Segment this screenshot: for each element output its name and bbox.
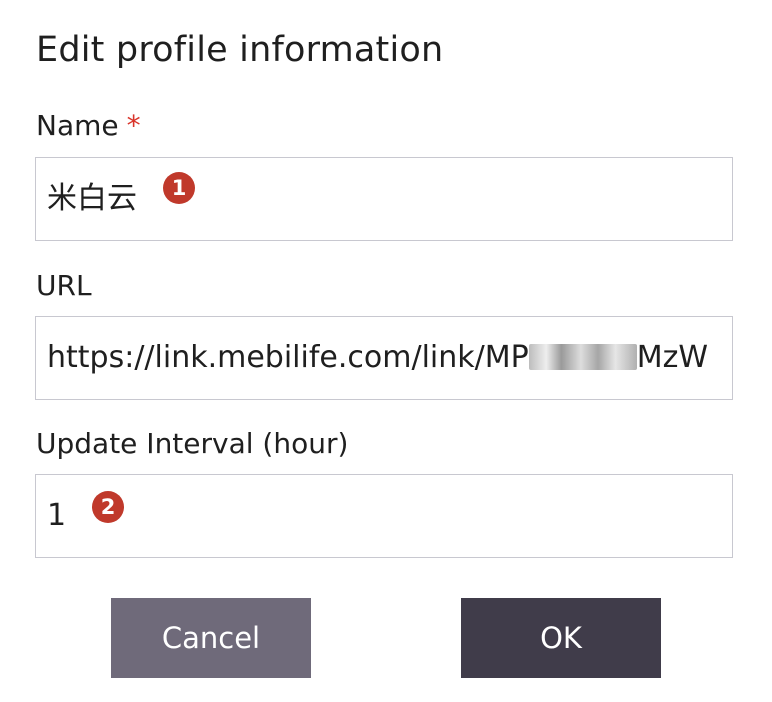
annotation-badge-2: 2 bbox=[92, 491, 124, 523]
edit-profile-dialog: Edit profile information Name * 米白云 1 URL… bbox=[0, 0, 772, 702]
url-field[interactable]: https://link.mebilife.com/link/MP MzW bbox=[35, 316, 733, 400]
interval-label: Update Interval (hour) bbox=[36, 427, 349, 460]
interval-field[interactable]: 1 bbox=[35, 474, 733, 558]
name-field[interactable]: 米白云 bbox=[35, 157, 733, 241]
annotation-badge-1: 1 bbox=[163, 172, 195, 204]
dialog-title: Edit profile information bbox=[36, 30, 444, 70]
name-label-text: Name bbox=[36, 109, 119, 142]
redacted-blur bbox=[528, 343, 637, 370]
cancel-button[interactable]: Cancel bbox=[111, 598, 311, 678]
required-marker: * bbox=[126, 109, 141, 142]
interval-field-value[interactable]: 1 bbox=[47, 475, 66, 557]
url-value-start: https://link.mebilife.com/link/MP bbox=[47, 340, 529, 375]
url-label: URL bbox=[36, 269, 92, 302]
name-field-value[interactable]: 米白云 bbox=[47, 158, 137, 240]
url-field-value[interactable]: https://link.mebilife.com/link/MP MzW bbox=[47, 317, 708, 399]
name-label: Name * bbox=[36, 108, 141, 144]
ok-button[interactable]: OK bbox=[461, 598, 661, 678]
url-value-end: MzW bbox=[636, 340, 709, 375]
